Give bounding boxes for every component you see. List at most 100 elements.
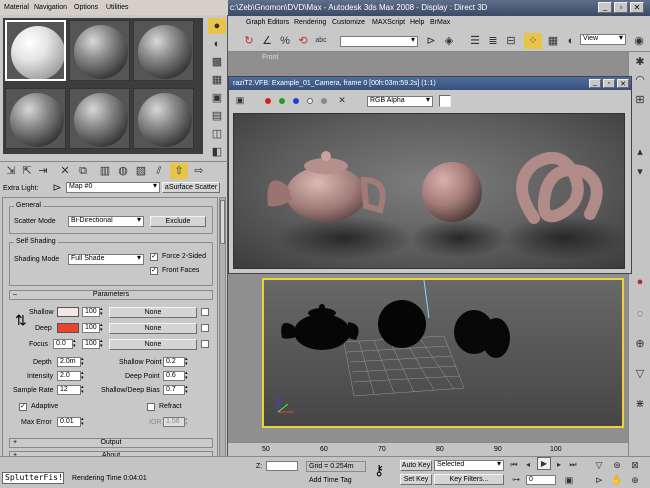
depth-field[interactable]: 2.0m <box>57 357 81 367</box>
green-channel-toggle[interactable] <box>279 98 285 104</box>
quick-render-icon[interactable]: ◉ <box>630 33 648 49</box>
mirror-icon[interactable]: ⊳ <box>422 33 440 49</box>
deep-point-spinner[interactable]: ▴ ▾ <box>185 371 191 381</box>
blue-channel-toggle[interactable] <box>293 98 299 104</box>
go-to-start-icon[interactable]: ⏮ <box>508 457 520 473</box>
save-image-icon[interactable]: ▣ <box>231 92 249 108</box>
focus-map-toggle[interactable] <box>201 340 209 348</box>
go-to-parent-icon[interactable]: ⇧ <box>170 163 188 179</box>
menu-options[interactable]: Options <box>74 3 98 12</box>
perspective-viewport[interactable] <box>262 278 624 428</box>
rollout-scroll-thumb[interactable] <box>220 200 225 244</box>
sample-slot-4[interactable] <box>5 88 66 149</box>
deep-point-field[interactable]: 0.6 <box>163 371 185 381</box>
snap-angle-icon[interactable]: ∠ <box>258 33 276 49</box>
sample-slot-2[interactable] <box>69 20 130 81</box>
select-rotate-icon[interactable]: ↻ <box>240 33 258 49</box>
focus-amount-spinner[interactable]: ▴ ▾ <box>100 339 106 349</box>
clear-icon[interactable]: ✕ <box>333 92 351 108</box>
close-button[interactable]: ✕ <box>630 2 644 13</box>
pick-icon[interactable]: ⊳ <box>50 180 64 196</box>
parameters-rollout-header[interactable]: – Parameters <box>9 290 213 300</box>
red-channel-toggle[interactable] <box>265 98 271 104</box>
auto-key-button[interactable]: Auto Key <box>400 460 432 471</box>
force-2sided-checkbox[interactable]: ✓ <box>150 253 158 261</box>
maximize-button[interactable]: ▫ <box>614 2 628 13</box>
intensity-spinner[interactable]: ▴ ▾ <box>81 371 87 381</box>
menu-customize[interactable]: Customize <box>332 18 365 27</box>
menu-utilities[interactable]: Utilities <box>106 3 129 12</box>
render-close-button[interactable]: ✕ <box>617 79 629 88</box>
shallow-color-swatch[interactable] <box>57 307 79 317</box>
map-name-field[interactable]: Map #0 <box>66 182 160 193</box>
shallow-amount-field[interactable]: 100 <box>82 307 100 317</box>
mono-channel-toggle[interactable] <box>321 98 327 104</box>
output-rollout-header[interactable]: + Output <box>9 438 213 448</box>
zoom-icon[interactable]: ◌ <box>631 306 649 322</box>
rollout-scrollbar[interactable] <box>219 197 226 463</box>
focus-value-field[interactable]: 0.0 <box>53 339 73 349</box>
key-mode-icon[interactable]: ⊶ <box>510 472 522 488</box>
make-unique-icon[interactable]: ⧉ <box>74 163 92 179</box>
zoom-extents-icon[interactable]: ⊠ <box>628 457 642 473</box>
set-key-icon[interactable]: ⚷ <box>374 463 384 477</box>
menu-brmax[interactable]: BrMax <box>430 18 450 27</box>
material-editor-icon[interactable]: ⁘ <box>524 33 542 49</box>
menu-graph-editors[interactable]: Graph Editors <box>246 18 289 27</box>
swap-colors-icon[interactable]: ⇅ <box>15 312 27 329</box>
max-error-field[interactable]: 0.01 <box>57 417 81 427</box>
region-zoom-icon[interactable]: ⊳ <box>592 472 606 488</box>
minimize-button[interactable]: _ <box>598 2 612 13</box>
adaptive-checkbox[interactable]: ✓ <box>19 403 27 411</box>
options-icon[interactable]: ◫ <box>208 126 226 142</box>
arc-rotate-icon[interactable]: ⊕ <box>628 472 642 488</box>
render-frame-icon[interactable]: ◐ <box>562 33 580 49</box>
shallow-spinner[interactable]: ▴ ▾ <box>100 307 106 317</box>
bias-field[interactable]: 0.7 <box>163 385 185 395</box>
scroll-down-icon[interactable]: ▾ <box>631 164 649 180</box>
backlight-icon[interactable]: ◐ <box>208 36 226 52</box>
named-selection-icon[interactable]: abc <box>312 33 330 49</box>
deep-amount-field[interactable]: 100 <box>82 323 100 333</box>
field-of-view-icon[interactable]: ▽ <box>631 366 649 382</box>
set-key-button[interactable]: Set Key <box>400 474 432 485</box>
refract-checkbox[interactable] <box>147 403 155 411</box>
put-to-library-icon[interactable]: ▥ <box>96 163 114 179</box>
go-forward-icon[interactable]: ⇨ <box>190 163 208 179</box>
sample-slot-5[interactable] <box>69 88 130 149</box>
show-map-icon[interactable]: ▧ <box>132 163 150 179</box>
render-maximize-button[interactable]: ▫ <box>603 79 615 88</box>
max-error-spinner[interactable]: ▴ ▾ <box>81 417 87 427</box>
exclude-button[interactable]: Exclude <box>150 216 206 227</box>
go-to-end-icon[interactable]: ⏭ <box>567 457 579 473</box>
scroll-up-icon[interactable]: ▴ <box>631 144 649 160</box>
menu-help[interactable]: Help <box>410 18 424 27</box>
deep-map-toggle[interactable] <box>201 324 209 332</box>
front-faces-checkbox[interactable]: ✓ <box>150 267 158 275</box>
render-setup-icon[interactable]: ▦ <box>544 33 562 49</box>
bias-spinner[interactable]: ▴ ▾ <box>185 385 191 395</box>
align-icon[interactable]: ◈ <box>440 33 458 49</box>
uv-tiling-icon[interactable]: ▦ <box>208 72 226 88</box>
sample-slot-3[interactable] <box>133 20 194 81</box>
view-dropdown[interactable]: View <box>580 34 626 45</box>
intensity-field[interactable]: 2.0 <box>57 371 81 381</box>
orbit-icon[interactable]: ⊕ <box>631 336 649 352</box>
assign-to-selection-icon[interactable]: ⇥ <box>34 163 52 179</box>
ior-spinner[interactable]: ▴ ▾ <box>185 417 191 427</box>
shallow-point-spinner[interactable]: ▴ ▾ <box>185 357 191 367</box>
hierarchy-icon[interactable]: ⊞ <box>631 92 649 108</box>
shading-mode-dropdown[interactable]: Full Shade <box>68 254 144 265</box>
deep-color-swatch[interactable] <box>57 323 79 333</box>
map-type-button[interactable]: aSurface Scatter <box>162 182 220 193</box>
create-icon[interactable]: ✱ <box>631 54 649 70</box>
sample-slot-1[interactable] <box>5 20 66 81</box>
background-icon[interactable]: ▩ <box>208 54 226 70</box>
sample-rate-spinner[interactable]: ▴ ▾ <box>81 385 87 395</box>
show-end-result-icon[interactable]: ⫽ <box>150 163 168 179</box>
add-time-tag-field[interactable]: Add Time Tag <box>306 475 370 486</box>
selected-dropdown[interactable]: Selected <box>434 460 504 471</box>
menu-rendering[interactable]: Rendering <box>294 18 326 27</box>
time-config-icon[interactable]: ▣ <box>562 472 576 488</box>
play-icon[interactable]: ▶ <box>537 457 551 470</box>
